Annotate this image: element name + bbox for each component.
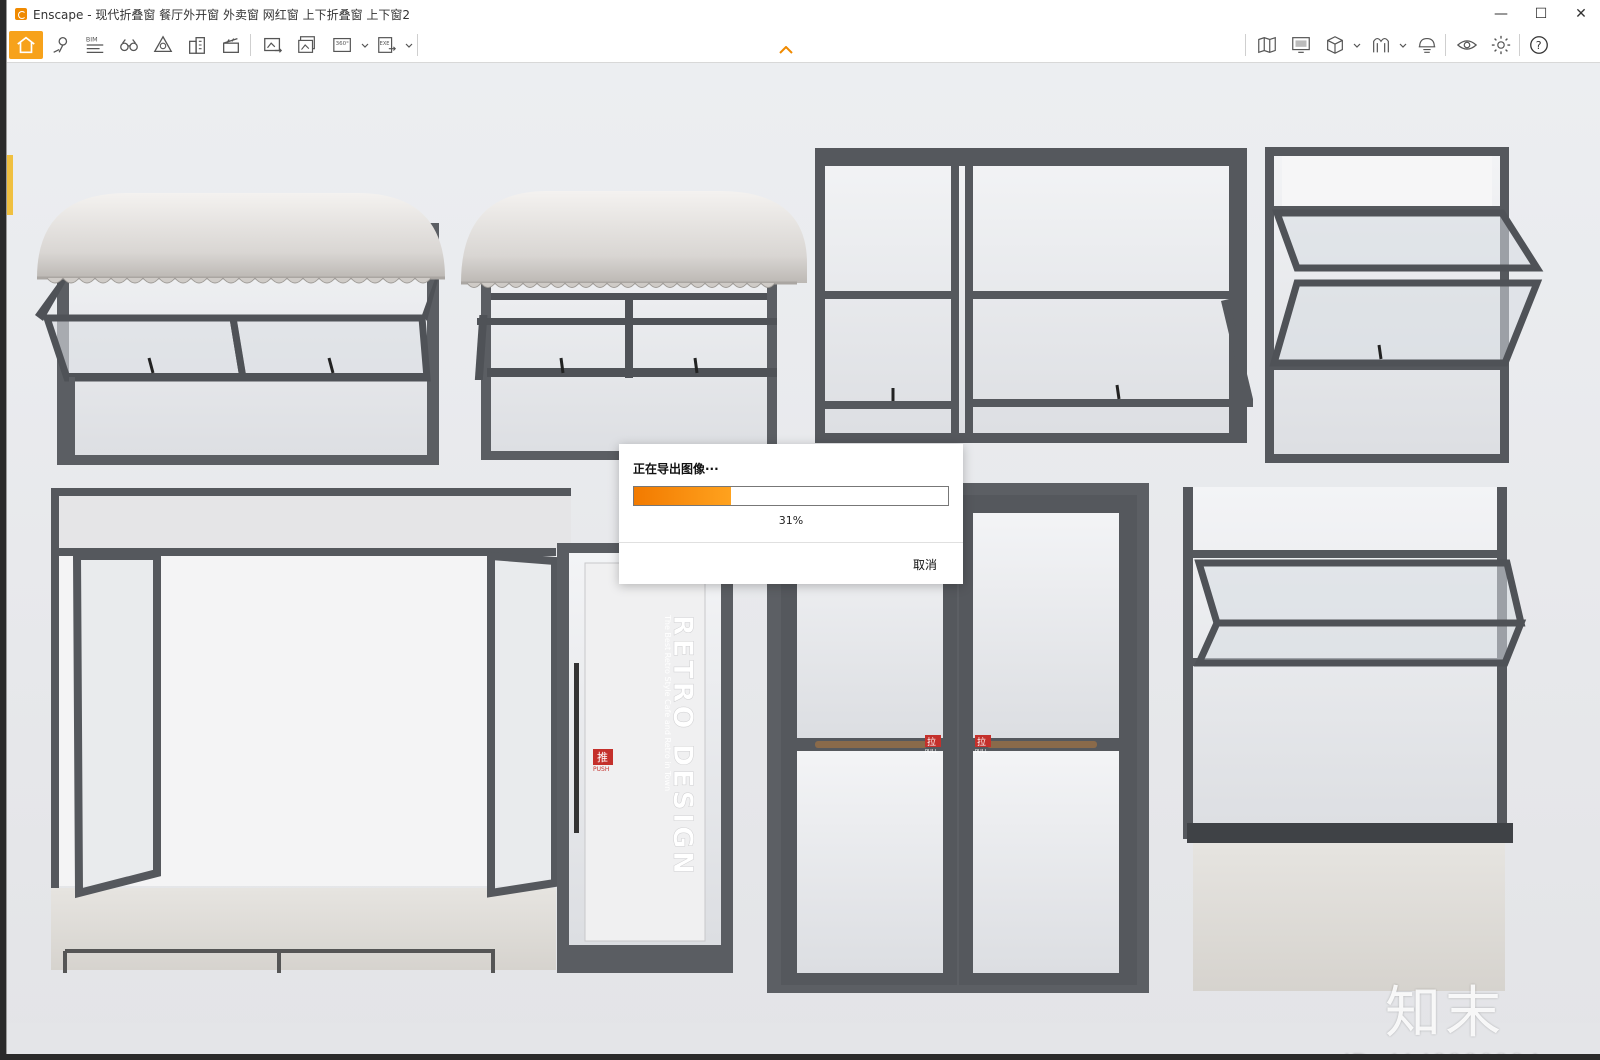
progress-label: 31% <box>778 514 804 527</box>
helmet-icon[interactable] <box>1413 31 1441 59</box>
svg-text:PUSH: PUSH <box>593 766 609 773</box>
settings-icon[interactable] <box>1487 31 1515 59</box>
chevron-down-icon[interactable] <box>405 42 413 50</box>
eye-icon[interactable] <box>1453 31 1481 59</box>
chevron-down-icon[interactable] <box>1399 42 1407 50</box>
help-icon[interactable]: ? <box>1525 31 1553 59</box>
svg-text:?: ? <box>1536 39 1542 52</box>
dialog-title: 正在导出图像··· <box>633 462 719 476</box>
retro-design-door: RETRO DESIGN The Best Retro Style Cafe a… <box>557 543 733 973</box>
map-icon[interactable] <box>1253 31 1281 59</box>
awning-window-2 <box>461 191 807 460</box>
toolbar-separator <box>1445 34 1446 56</box>
toolbar-separator <box>1519 34 1520 56</box>
awning-window-1 <box>35 193 445 465</box>
close-button[interactable]: ✕ <box>1561 0 1600 28</box>
window-title: Enscape - 现代折叠窗 餐厅外开窗 外卖窗 网红窗 上下折叠窗 上下窗2 <box>33 7 411 22</box>
cube-icon[interactable] <box>1321 31 1349 59</box>
svg-text:EXE: EXE <box>380 41 390 47</box>
buildings-icon[interactable] <box>183 31 211 59</box>
bim-icon[interactable]: BIM <box>81 31 109 59</box>
storefront-folding-window <box>51 488 571 973</box>
side-panel-tab[interactable] <box>7 155 13 215</box>
toolbar: BIM 360° EXE ? <box>7 28 1600 63</box>
svg-text:BIM: BIM <box>86 35 98 43</box>
export-progress-dialog: 正在导出图像··· 31% 取消 <box>619 444 963 584</box>
collapse-toolbar-chevron-icon[interactable] <box>779 46 793 54</box>
awning-window-3 <box>1265 147 1544 463</box>
svg-text:拉: 拉 <box>977 736 986 748</box>
watermark-id: ID: 1142826904 <box>1343 1048 1540 1054</box>
monitor-icon[interactable] <box>1287 31 1315 59</box>
svg-text:PULL: PULL <box>975 749 987 755</box>
maximize-button[interactable]: ☐ <box>1521 0 1561 28</box>
cancel-button[interactable]: 取消 <box>913 556 937 573</box>
svg-text:PULL: PULL <box>925 749 937 755</box>
material-icon[interactable] <box>1367 31 1395 59</box>
batch-render-icon[interactable] <box>293 31 321 59</box>
binoculars-icon[interactable] <box>115 31 143 59</box>
svg-text:推: 推 <box>597 750 608 764</box>
chevron-down-icon[interactable] <box>1353 42 1361 50</box>
minimize-button[interactable]: — <box>1481 0 1521 28</box>
perspective-icon[interactable] <box>149 31 177 59</box>
home-icon[interactable] <box>9 31 43 59</box>
panorama-360-icon[interactable]: 360° <box>329 31 357 59</box>
svg-text:拉: 拉 <box>927 736 936 748</box>
location-pin-icon[interactable] <box>47 31 75 59</box>
watermark-logo: 知末 <box>1385 981 1505 1046</box>
chevron-down-icon[interactable] <box>361 42 369 50</box>
enscape-window: Enscape - 现代折叠窗 餐厅外开窗 外卖窗 网红窗 上下折叠窗 上下窗2… <box>6 0 1600 1054</box>
screenshot-icon[interactable] <box>259 31 287 59</box>
progress-fill <box>634 487 732 505</box>
title-bar: Enscape - 现代折叠窗 餐厅外开窗 外卖窗 网红窗 上下折叠窗 上下窗2… <box>7 0 1600 28</box>
fixed-window-large <box>815 148 1253 443</box>
service-window <box>1183 487 1527 991</box>
toolbar-separator <box>417 34 418 56</box>
toolbar-separator <box>250 34 251 56</box>
toolbar-separator <box>1245 34 1246 56</box>
dialog-divider <box>619 542 963 543</box>
clapper-icon[interactable] <box>217 31 245 59</box>
svg-text:360°: 360° <box>336 41 349 47</box>
export-exe-icon[interactable]: EXE <box>373 31 401 59</box>
progress-bar <box>633 486 949 506</box>
enscape-logo-icon <box>15 8 27 20</box>
door-sign-subtitle: The Best Retro Style Cafe and Retro in T… <box>663 614 672 791</box>
